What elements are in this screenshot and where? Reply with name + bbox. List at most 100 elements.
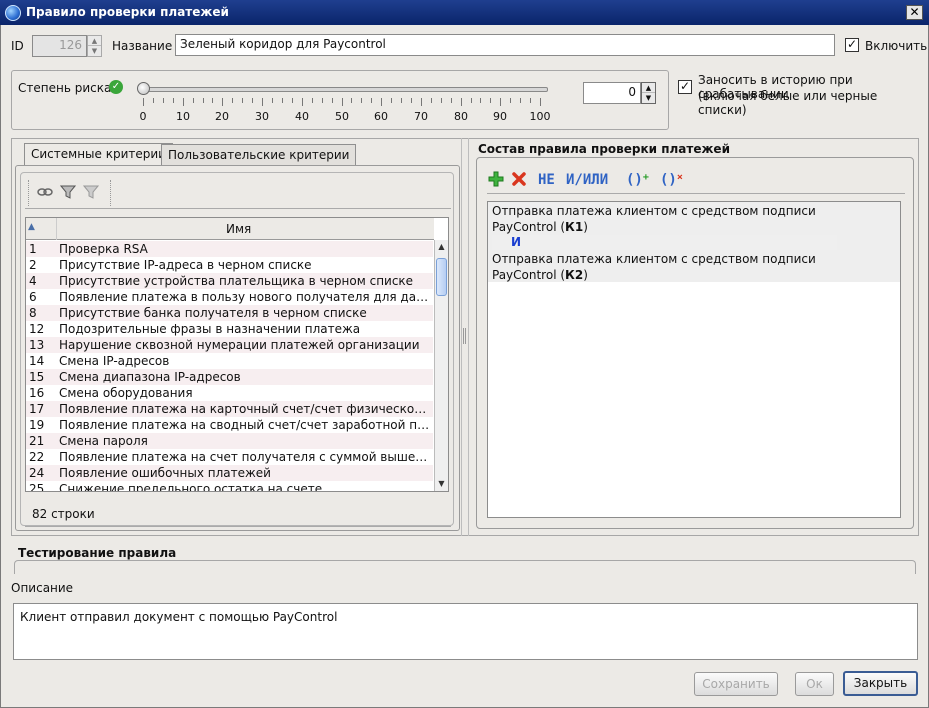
group-cross-icon: × xyxy=(676,172,683,183)
table-row[interactable]: 4 Присутствие устройства плательщика в че… xyxy=(26,273,433,289)
risk-spinner[interactable]: ▲ ▼ xyxy=(641,82,656,104)
description-label: Описание xyxy=(11,581,74,595)
not-button[interactable]: НЕ xyxy=(538,172,555,188)
check-circle-icon: ✓ xyxy=(109,80,123,94)
operator-row[interactable]: И xyxy=(492,235,837,250)
table-row[interactable]: 12 Подозрительные фразы в назначении плат… xyxy=(26,321,433,337)
close-window-icon[interactable]: ✕ xyxy=(906,5,923,20)
table-row[interactable]: 16 Смена оборудования xyxy=(26,385,433,401)
toolbar-divider xyxy=(25,208,451,209)
row-number: 24 xyxy=(29,466,45,480)
and-or-button[interactable]: И/ИЛИ xyxy=(566,172,608,188)
table-row[interactable]: 15 Смена диапазона IP-адресов xyxy=(26,369,433,385)
tab-system-criteria[interactable]: Системные критерии xyxy=(24,143,173,166)
slider-major-tick xyxy=(222,98,223,106)
remove-group-button[interactable]: ()× xyxy=(660,172,683,188)
slider-major-tick xyxy=(342,98,343,106)
table-row[interactable]: 21 Смена пароля xyxy=(26,433,433,449)
ok-button[interactable]: Ок xyxy=(795,672,834,696)
slider-minor-tick xyxy=(332,98,333,103)
row-name: Присутствие устройства плательщика в чер… xyxy=(59,274,414,288)
table-row[interactable]: 19 Появление платежа на сводный счет/счет… xyxy=(26,417,433,433)
condition-k1-line2[interactable]: PayControl (К1) xyxy=(492,220,588,234)
slider-minor-tick xyxy=(490,98,491,103)
column-header-name[interactable]: Имя xyxy=(226,222,251,236)
tab-user-criteria[interactable]: Пользовательские критерии xyxy=(161,144,357,165)
slider-tick-label: 10 xyxy=(176,110,190,123)
enable-label: Включить xyxy=(865,39,928,53)
view-icon[interactable] xyxy=(37,186,53,198)
row-name: Присутствие IP-адреса в черном списке xyxy=(59,258,312,272)
name-input[interactable]: Зеленый коридор для Paycontrol xyxy=(175,34,835,56)
slider-tick-label: 100 xyxy=(529,110,551,123)
row-number: 21 xyxy=(29,434,45,448)
condition-k2-text: PayControl ( xyxy=(492,268,566,282)
save-button[interactable]: Сохранить xyxy=(694,672,778,696)
plus-icon[interactable] xyxy=(488,171,504,187)
spinner-up-icon[interactable]: ▲ xyxy=(642,83,655,93)
scroll-down-icon[interactable]: ▼ xyxy=(435,477,448,491)
criteria-table[interactable]: ▲ Имя 1 Проверка RSA 2 Присутствие IP-адрес… xyxy=(25,217,449,492)
risk-slider-track[interactable] xyxy=(143,87,548,92)
table-row[interactable]: 22 Появление платежа на счет получателя с… xyxy=(26,449,433,465)
enable-checkbox[interactable]: ✓ xyxy=(845,38,859,52)
slider-minor-tick xyxy=(431,98,432,103)
slider-tick-label: 60 xyxy=(374,110,388,123)
row-name: Появление ошибочных платежей xyxy=(59,466,271,480)
table-row[interactable]: 24 Появление ошибочных платежей xyxy=(26,465,433,481)
row-number: 25 xyxy=(29,482,45,492)
slider-major-tick xyxy=(421,98,422,106)
table-row[interactable]: 13 Нарушение сквозной нумерации платежей … xyxy=(26,337,433,353)
condition-k1-line1[interactable]: Отправка платежа клиентом с средством по… xyxy=(492,204,816,218)
slider-minor-tick xyxy=(153,98,154,103)
slider-major-tick xyxy=(381,98,382,106)
history-checkbox[interactable]: ✓ xyxy=(678,80,692,94)
risk-value-input[interactable]: 0 xyxy=(583,82,641,104)
condition-k2-line1[interactable]: Отправка платежа клиентом с средством по… xyxy=(492,252,816,266)
condition-k2-close: ) xyxy=(583,268,588,282)
cross-icon[interactable] xyxy=(512,172,526,186)
table-scrollbar[interactable]: ▲ ▼ xyxy=(434,240,448,491)
condition-k1-close: ) xyxy=(583,220,588,234)
row-name: Нарушение сквозной нумерации платежей ор… xyxy=(59,338,420,352)
table-row[interactable]: 1 Проверка RSA xyxy=(26,241,433,257)
table-row[interactable]: 2 Присутствие IP-адреса в черном списке xyxy=(26,257,433,273)
table-row[interactable]: 8 Присутствие банка получателя в черном с… xyxy=(26,305,433,321)
app-globe-icon xyxy=(5,5,21,21)
slider-major-tick xyxy=(302,98,303,106)
slider-minor-tick xyxy=(371,98,372,103)
slider-major-tick xyxy=(262,98,263,106)
slider-minor-tick xyxy=(530,98,531,103)
slider-tick-label: 20 xyxy=(215,110,229,123)
slider-minor-tick xyxy=(203,98,204,103)
row-name: Появление платежа на сводный счет/счет з… xyxy=(59,418,431,432)
scroll-thumb[interactable] xyxy=(436,258,447,296)
slider-major-tick xyxy=(143,98,144,106)
clear-filter-icon[interactable] xyxy=(82,184,100,200)
composition-list[interactable]: Отправка платежа клиентом с средством по… xyxy=(487,201,901,518)
slider-tick-label: 30 xyxy=(255,110,269,123)
sort-ascending-icon[interactable]: ▲ xyxy=(28,222,35,232)
add-group-button[interactable]: ()+ xyxy=(626,172,649,188)
window-title-bar: Правило проверки платежей ✕ xyxy=(0,0,929,25)
slider-tick-label: 80 xyxy=(454,110,468,123)
table-row[interactable]: 17 Появление платежа на карточный счет/сч… xyxy=(26,401,433,417)
table-row[interactable]: 14 Смена IP-адресов xyxy=(26,353,433,369)
slider-minor-tick xyxy=(163,98,164,103)
table-row[interactable]: 25 Снижение предельного остатка на счете xyxy=(26,481,433,492)
spinner-down-icon[interactable]: ▼ xyxy=(642,93,655,103)
group-plus-icon: + xyxy=(642,172,649,183)
remove-group-label: () xyxy=(660,172,677,188)
scroll-up-icon[interactable]: ▲ xyxy=(435,240,448,254)
risk-slider-handle[interactable] xyxy=(137,82,150,95)
table-row[interactable]: 6 Появление платежа в пользу нового получ… xyxy=(26,289,433,305)
condition-k2-line2[interactable]: PayControl (К2) xyxy=(492,268,588,282)
filter-icon[interactable] xyxy=(59,184,77,200)
id-label: ID xyxy=(11,39,24,53)
testing-panel[interactable] xyxy=(14,560,916,574)
slider-minor-tick xyxy=(351,98,352,103)
close-button[interactable]: Закрыть xyxy=(843,671,918,696)
row-name: Снижение предельного остатка на счете xyxy=(59,482,323,492)
split-grip-icon[interactable] xyxy=(463,328,466,344)
description-textarea[interactable]: Клиент отправил документ с помощью PayCo… xyxy=(13,603,918,660)
